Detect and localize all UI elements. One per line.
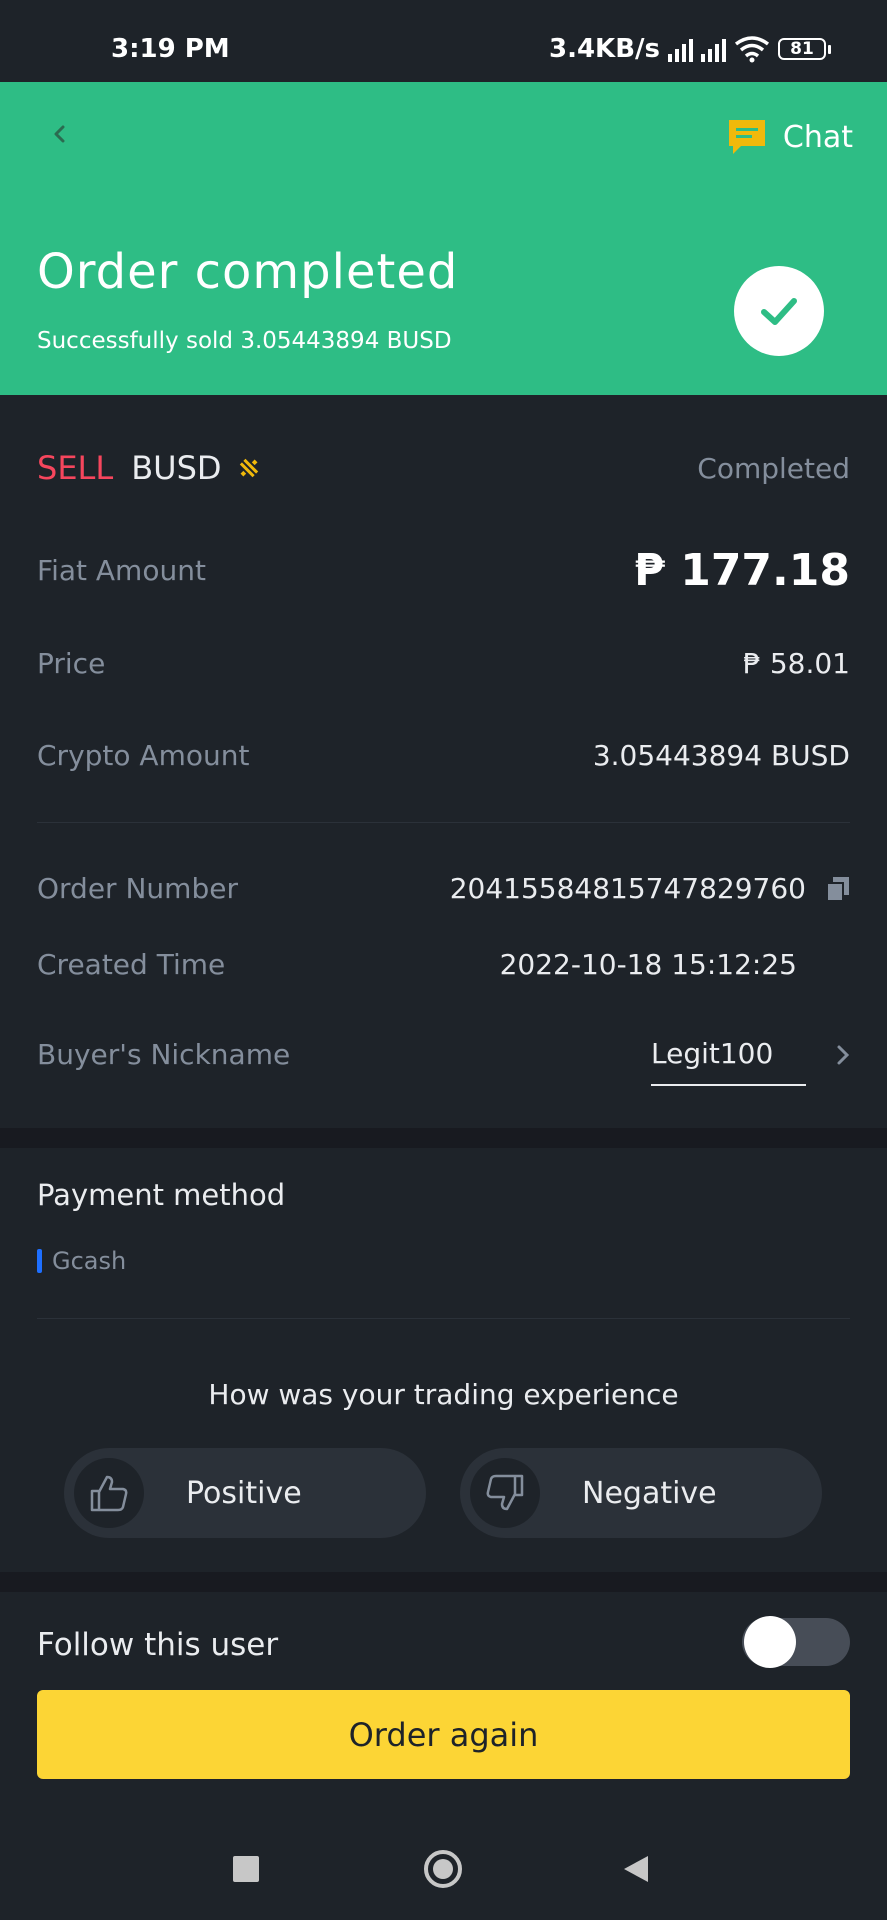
payment-color-bar (37, 1249, 42, 1273)
chat-button[interactable]: Chat (727, 118, 853, 156)
price-value: ₱ 58.01 (743, 647, 850, 680)
home-icon[interactable] (423, 1849, 463, 1889)
created-time-row: Created Time 2022-10-18 15:12:25 (37, 948, 850, 981)
negative-feedback-button[interactable]: Negative (460, 1448, 822, 1538)
divider (37, 822, 850, 823)
order-number-row: Order Number 20415584815747829760 (37, 872, 850, 905)
order-again-button[interactable]: Order again (37, 1690, 850, 1779)
wifi-icon (734, 36, 770, 63)
payment-method-item: Gcash (37, 1247, 126, 1275)
created-time-label: Created Time (37, 948, 226, 981)
order-number-label: Order Number (37, 872, 238, 905)
buyer-nickname-value: Legit100 (651, 1037, 806, 1086)
order-summary-row: SELL BUSD Completed (37, 449, 850, 487)
status-right: 3.4KB/s 81 (549, 34, 831, 64)
feedback-question: How was your trading experience (208, 1378, 679, 1411)
crypto-amount-label: Crypto Amount (37, 739, 250, 772)
status-time: 3:19 PM (111, 34, 230, 64)
fiat-amount-value: ₱ 177.18 (634, 545, 850, 596)
positive-feedback-button[interactable]: Positive (64, 1448, 426, 1538)
section-gap (0, 1128, 887, 1148)
copy-icon[interactable] (826, 876, 850, 902)
signal-icon-2 (701, 36, 726, 62)
back-icon[interactable] (48, 122, 72, 146)
net-speed: 3.4KB/s (549, 34, 660, 64)
page-subtitle: Successfully sold 3.05443894 BUSD (37, 328, 452, 354)
section-gap (0, 1572, 887, 1592)
signal-icon (668, 36, 693, 62)
toggle-knob (744, 1616, 796, 1668)
success-check-icon (734, 266, 824, 356)
divider (37, 1318, 850, 1319)
thumbs-up-icon (74, 1458, 144, 1528)
recent-apps-icon[interactable] (233, 1856, 259, 1882)
system-nav-bar (0, 1800, 887, 1920)
battery-level: 81 (778, 38, 826, 60)
chevron-right-icon (837, 1045, 850, 1064)
payment-method-title: Payment method (37, 1178, 286, 1212)
follow-user-toggle[interactable] (742, 1616, 850, 1668)
back-nav-icon[interactable] (622, 1854, 650, 1884)
busd-coin-icon (239, 458, 258, 478)
positive-label: Positive (186, 1475, 302, 1511)
buyer-nickname-label: Buyer's Nickname (37, 1038, 291, 1071)
fiat-amount-label: Fiat Amount (37, 554, 206, 587)
follow-user-label: Follow this user (37, 1627, 279, 1663)
asset-name: BUSD (131, 449, 222, 487)
chat-label: Chat (782, 119, 853, 155)
chat-icon (728, 120, 765, 154)
status-bar: 3:19 PM 3.4KB/s 81 (0, 0, 887, 82)
battery-icon: 81 (778, 38, 831, 60)
trade-side: SELL (37, 449, 114, 487)
page-title: Order completed (37, 244, 459, 300)
crypto-amount-row: Crypto Amount 3.05443894 BUSD (37, 739, 850, 772)
created-time-value: 2022-10-18 15:12:25 (499, 948, 797, 981)
payment-method-name: Gcash (52, 1247, 127, 1275)
thumbs-down-icon (470, 1458, 540, 1528)
order-status: Completed (697, 451, 850, 485)
fiat-amount-row: Fiat Amount ₱ 177.18 (37, 545, 850, 596)
buyer-nickname-row: Buyer's Nickname Legit100 (37, 1023, 850, 1086)
buyer-nickname-link[interactable]: Legit100 (651, 1037, 850, 1086)
price-row: Price ₱ 58.01 (37, 647, 850, 680)
order-number-value: 20415584815747829760 (449, 872, 806, 905)
price-label: Price (37, 647, 106, 680)
negative-label: Negative (582, 1475, 717, 1511)
order-status-header: Chat Order completed Successfully sold 3… (0, 82, 887, 395)
crypto-amount-value: 3.05443894 BUSD (592, 739, 850, 772)
